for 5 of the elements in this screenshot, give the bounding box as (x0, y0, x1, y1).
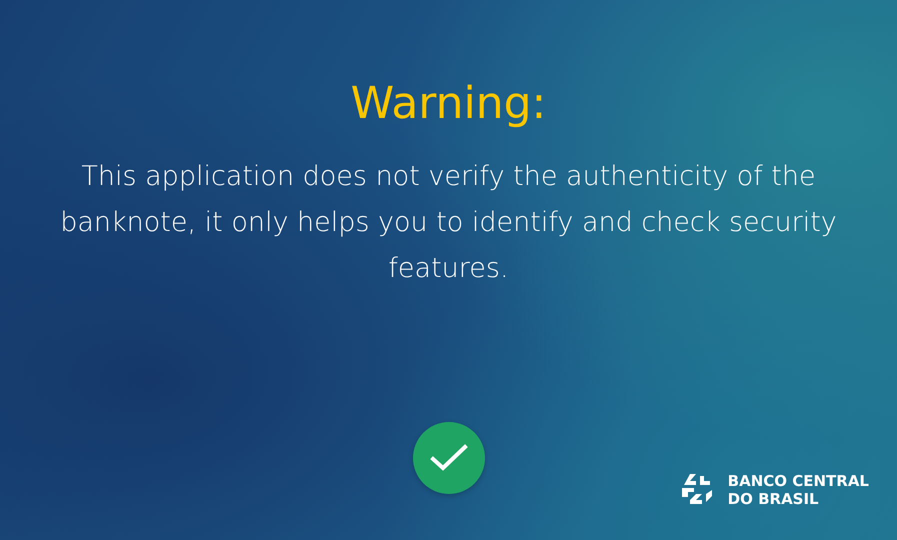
warning-message: This application does not verify the authenticity of the banknote, it only helps you to identify and check security features. (59, 160, 838, 286)
warning-title: Warning: (350, 77, 546, 131)
logo-text: BANCO CENTRAL (728, 472, 869, 490)
logo-text: DO BRASIL (728, 490, 820, 508)
check-icon (428, 443, 468, 473)
